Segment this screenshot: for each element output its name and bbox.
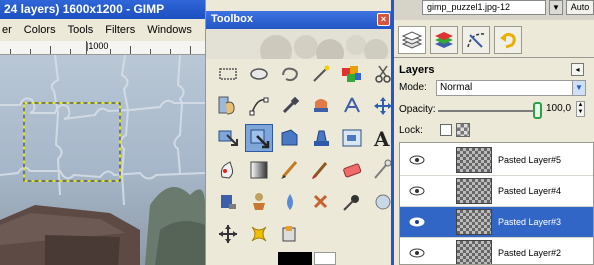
chain-toggle[interactable] (434, 240, 456, 264)
free-select-icon[interactable] (276, 60, 304, 88)
panel-menu-icon[interactable]: ◂ (571, 63, 584, 76)
image-selector[interactable]: gimp_puzzel1.jpg-12 (422, 0, 546, 15)
tab-layers[interactable] (398, 26, 426, 54)
mode-value: Normal (440, 82, 473, 93)
tool-grid: A (214, 60, 391, 252)
chevron-down-icon[interactable]: ▼ (549, 0, 563, 15)
fuzzy-select-icon[interactable] (307, 60, 335, 88)
paintbrush-icon[interactable] (369, 156, 391, 184)
dodge-icon[interactable] (214, 220, 242, 248)
background-color-swatch[interactable] (314, 252, 336, 265)
menu-item-windows[interactable]: Windows (147, 24, 192, 36)
opacity-slider[interactable] (438, 110, 536, 112)
heal-icon[interactable] (338, 188, 366, 216)
scissors-icon[interactable] (369, 60, 391, 88)
chain-toggle[interactable] (434, 147, 456, 173)
flip-icon[interactable] (245, 156, 273, 184)
measure-icon[interactable] (338, 92, 366, 120)
svg-text:A: A (373, 127, 390, 149)
lock-pixels-checkbox[interactable] (440, 124, 452, 136)
puzzle-image (0, 55, 205, 265)
eye-icon[interactable] (400, 217, 434, 227)
menu-item-tools[interactable]: Tools (68, 24, 94, 36)
layer-thumbnail (456, 209, 492, 235)
toolbox-title: Toolbox × (206, 11, 391, 29)
color-select-icon[interactable] (338, 60, 366, 88)
mode-select[interactable]: Normal ▼ (436, 80, 586, 96)
blend-icon[interactable] (307, 156, 335, 184)
layer-name[interactable]: Pasted Layer#3 (498, 217, 561, 227)
pencil-icon[interactable] (338, 156, 366, 184)
text-icon[interactable]: A (369, 124, 391, 152)
layer-row[interactable]: Pasted Layer#2 (400, 238, 593, 264)
layer-thumbnail (456, 240, 492, 264)
image-menubar: er Colors Tools Filters Windows (0, 19, 205, 41)
shear-icon[interactable] (338, 124, 366, 152)
ink-icon[interactable] (276, 188, 304, 216)
layers-panel-title: Layers (399, 64, 435, 76)
horizontal-ruler: |1000 (0, 41, 205, 55)
menu-item-filters[interactable]: Filters (105, 24, 135, 36)
layer-name[interactable]: Pasted Layer#5 (498, 155, 561, 165)
clone-icon[interactable] (307, 188, 335, 216)
tab-paths[interactable] (462, 26, 490, 54)
opacity-label: Opacity: (399, 104, 436, 115)
layers-dock: gimp_puzzel1.jpg-12 ▼ Auto Layers ◂ Mode… (391, 0, 594, 265)
rect-select-icon[interactable] (214, 60, 242, 88)
layer-thumbnail (456, 178, 492, 204)
airbrush-icon[interactable] (245, 188, 273, 216)
crop-icon[interactable] (245, 220, 273, 248)
dock-image-selector-bar: gimp_puzzel1.jpg-12 ▼ Auto (394, 0, 594, 20)
color-picker-icon[interactable] (276, 92, 304, 120)
ellipse-select-icon[interactable] (245, 60, 273, 88)
transform-icon[interactable] (245, 124, 273, 152)
perspective-icon[interactable] (214, 156, 242, 184)
layer-row-selected[interactable]: Pasted Layer#3 (400, 207, 593, 238)
toolbox-window: Toolbox × A (205, 0, 391, 265)
ruler-label: |1000 (86, 41, 109, 51)
lock-label: Lock: (399, 125, 423, 136)
opacity-value[interactable]: 100,0 (546, 103, 571, 114)
rotate-icon[interactable] (276, 124, 304, 152)
auto-button[interactable]: Auto (566, 0, 594, 15)
layer-row[interactable]: Pasted Layer#5 (400, 145, 593, 176)
tab-undo[interactable] (494, 26, 522, 54)
wilber-drop-area[interactable] (206, 29, 391, 59)
opacity-spinner[interactable]: ▲ ▼ (576, 101, 585, 117)
tab-channels[interactable] (430, 26, 458, 54)
toolbox-title-label: Toolbox (211, 13, 253, 25)
foreground-color-swatch[interactable] (278, 252, 312, 265)
chevron-down-icon[interactable]: ▼ (572, 81, 585, 95)
layer-name[interactable]: Pasted Layer#2 (498, 248, 561, 258)
eye-icon[interactable] (400, 248, 434, 258)
bucket-fill-icon[interactable] (276, 156, 304, 184)
eraser-icon[interactable] (214, 188, 242, 216)
paths-icon[interactable] (245, 92, 273, 120)
eye-icon[interactable] (400, 155, 434, 165)
image-window: 24 layers) 1600x1200 - GIMP er Colors To… (0, 0, 205, 265)
smudge-icon[interactable] (369, 188, 391, 216)
image-window-title: 24 layers) 1600x1200 - GIMP (0, 0, 205, 19)
align-icon[interactable] (214, 124, 242, 152)
move-icon[interactable] (369, 92, 391, 120)
close-icon[interactable]: × (377, 13, 390, 26)
image-canvas[interactable] (0, 55, 205, 265)
opacity-slider-handle[interactable] (533, 102, 542, 119)
layer-list: Pasted Layer#5 Pasted Layer#4 Pasted Lay… (399, 142, 594, 265)
chain-toggle[interactable] (434, 178, 456, 204)
menu-item-partial[interactable]: er (2, 24, 12, 36)
zoom-icon[interactable] (307, 92, 335, 120)
cage-icon[interactable] (276, 220, 304, 248)
lock-alpha-icon[interactable] (456, 123, 470, 137)
menu-item-colors[interactable]: Colors (24, 24, 56, 36)
eye-icon[interactable] (400, 186, 434, 196)
chain-toggle[interactable] (434, 209, 456, 235)
layer-thumbnail (456, 147, 492, 173)
dock-tabs (398, 26, 522, 54)
layer-name[interactable]: Pasted Layer#4 (498, 186, 561, 196)
scale-icon[interactable] (307, 124, 335, 152)
foreground-select-icon[interactable] (214, 92, 242, 120)
mode-label: Mode: (399, 82, 427, 93)
layer-row[interactable]: Pasted Layer#4 (400, 176, 593, 207)
